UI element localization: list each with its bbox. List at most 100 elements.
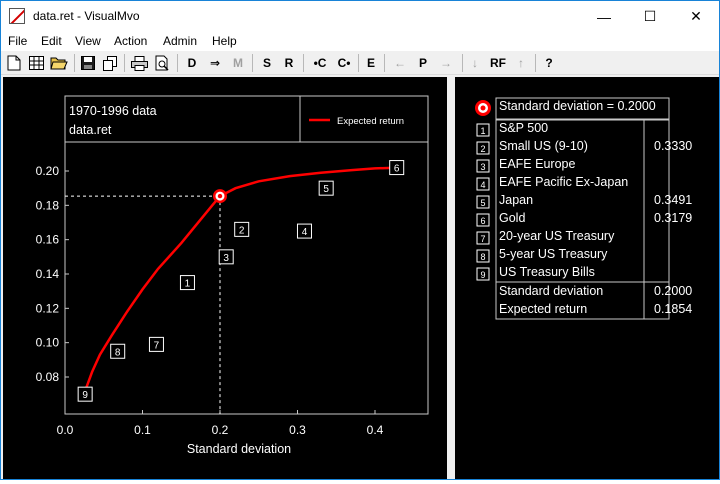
asset-name: Gold — [499, 211, 526, 225]
asset-name: EAFE Europe — [499, 157, 576, 171]
asset-marker-8[interactable]: 8 — [110, 343, 126, 359]
y-tick-label: 0.10 — [36, 336, 60, 350]
asset-number: 4 — [480, 180, 485, 190]
help-icon[interactable]: ? — [540, 53, 558, 73]
save-icon[interactable] — [79, 53, 97, 73]
print-preview-icon[interactable] — [153, 53, 171, 73]
asset-name: S&P 500 — [499, 121, 549, 135]
maximize-button[interactable]: ☐ — [627, 1, 673, 32]
asset-weight: 0.3491 — [654, 193, 693, 207]
y-tick-label: 0.16 — [36, 233, 60, 247]
toolbar-m-button[interactable]: M — [229, 53, 247, 73]
menu-file[interactable]: File — [8, 34, 27, 48]
grid-icon[interactable] — [27, 53, 45, 73]
toolbar: D ⇒ M S R •C C• E ← P → ↓ RF ↑ ? — [1, 51, 719, 75]
asset-weight: 0.3330 — [654, 139, 693, 153]
asset-name: 5-year US Treasury — [499, 247, 608, 261]
toolbar-p-button[interactable]: P — [414, 53, 432, 73]
menu-edit[interactable]: Edit — [41, 34, 62, 48]
asset-number: 2 — [480, 144, 485, 154]
toolbar-up-button[interactable]: ↑ — [512, 53, 530, 73]
toolbar-rf-button[interactable]: RF — [487, 53, 509, 73]
info-line-1: 1970-1996 data — [69, 104, 157, 118]
copy-icon[interactable] — [101, 53, 119, 73]
asset-marker-5[interactable]: 5 — [318, 180, 334, 196]
asset-marker-label: 8 — [115, 347, 121, 358]
asset-name: Japan — [499, 193, 534, 207]
print-icon[interactable] — [129, 53, 149, 73]
toolbar-back-button[interactable]: ← — [390, 53, 410, 73]
asset-number: 1 — [480, 126, 485, 136]
asset-number: 8 — [480, 252, 485, 262]
toolbar-e-button[interactable]: E — [362, 53, 380, 73]
app-icon[interactable] — [9, 8, 25, 24]
menu-action[interactable]: Action — [114, 34, 147, 48]
x-axis-label: Standard deviation — [187, 442, 291, 456]
x-tick-label: 0.0 — [57, 423, 74, 437]
app-window: data.ret - VisualMvo — ☐ ✕ File Edit Vie… — [0, 0, 720, 480]
asset-marker-label: 6 — [394, 164, 400, 175]
asset-number: 6 — [480, 216, 485, 226]
asset-marker-2[interactable]: 2 — [234, 221, 250, 237]
asset-marker-label: 3 — [223, 253, 229, 264]
toolbar-d-button[interactable]: D — [183, 53, 201, 73]
asset-name: Small US (9-10) — [499, 139, 588, 153]
summary-expected-return-value: 0.1854 — [654, 302, 693, 316]
y-tick-label: 0.20 — [36, 164, 60, 178]
x-tick-label: 0.1 — [134, 423, 151, 437]
toolbar-forward-button[interactable]: → — [436, 53, 456, 73]
toolbar-arrow-button[interactable]: ⇒ — [205, 53, 225, 73]
asset-number: 3 — [480, 162, 485, 172]
asset-marker-9[interactable]: 9 — [77, 386, 93, 402]
menu-admin[interactable]: Admin — [163, 34, 197, 48]
menu-bar: File Edit View Action Admin Help — [1, 32, 719, 51]
asset-marker-label: 7 — [154, 340, 160, 351]
asset-marker-label: 9 — [82, 390, 88, 401]
asset-weight: 0.3179 — [654, 211, 693, 225]
y-tick-label: 0.12 — [36, 301, 60, 315]
x-tick-label: 0.2 — [212, 423, 229, 437]
new-file-icon[interactable] — [5, 53, 23, 73]
results-pane: 1 2 3 4 5 6 7 8 9 Standard deviation = 0.2000 S&… — [455, 77, 719, 479]
asset-marker-7[interactable]: 7 — [148, 336, 164, 352]
y-tick-label: 0.18 — [36, 198, 60, 212]
x-tick-label: 0.3 — [289, 423, 306, 437]
toolbar-down-button[interactable]: ↓ — [466, 53, 484, 73]
summary-std-dev-label: Standard deviation — [499, 284, 604, 298]
toolbar-r-button[interactable]: R — [280, 53, 298, 73]
asset-marker-1[interactable]: 1 — [179, 275, 195, 291]
chart-pane[interactable]: 1970-1996 data data.ret Expected return … — [3, 77, 447, 479]
asset-marker-label: 4 — [302, 227, 308, 238]
asset-name: US Treasury Bills — [499, 265, 595, 279]
asset-marker-6[interactable]: 6 — [389, 160, 405, 176]
std-dev-header: Standard deviation = 0.2000 — [499, 99, 656, 113]
menu-view[interactable]: View — [75, 34, 101, 48]
info-line-2: data.ret — [69, 123, 112, 137]
frontier-line — [84, 166, 399, 392]
title-bar[interactable]: data.ret - VisualMvo — ☐ ✕ — [1, 1, 719, 32]
asset-marker-label: 5 — [323, 184, 329, 195]
menu-help[interactable]: Help — [212, 34, 237, 48]
asset-marker-label: 1 — [185, 279, 191, 290]
window-title: data.ret - VisualMvo — [33, 9, 140, 23]
asset-name: EAFE Pacific Ex-Japan — [499, 175, 629, 189]
asset-marker-4[interactable]: 4 — [296, 223, 312, 239]
asset-number: 9 — [480, 270, 485, 280]
summary-expected-return-label: Expected return — [499, 302, 588, 316]
asset-marker-3[interactable]: 3 — [218, 249, 234, 265]
efficient-frontier-chart[interactable]: 1970-1996 data data.ret Expected return … — [3, 77, 447, 479]
open-folder-icon[interactable] — [49, 53, 69, 73]
close-button[interactable]: ✕ — [673, 1, 719, 32]
pane-splitter[interactable] — [447, 77, 455, 479]
y-tick-label: 0.14 — [36, 267, 60, 281]
asset-number: 5 — [480, 198, 485, 208]
asset-marker-label: 2 — [239, 225, 245, 236]
x-tick-label: 0.4 — [367, 423, 384, 437]
toolbar-left-c-button[interactable]: •C — [309, 53, 331, 73]
toolbar-s-button[interactable]: S — [258, 53, 276, 73]
y-tick-label: 0.08 — [36, 370, 60, 384]
plot-frame — [64, 95, 429, 415]
minimize-button[interactable]: — — [581, 1, 627, 32]
asset-name: 20-year US Treasury — [499, 229, 615, 243]
toolbar-right-c-button[interactable]: C• — [333, 53, 355, 73]
